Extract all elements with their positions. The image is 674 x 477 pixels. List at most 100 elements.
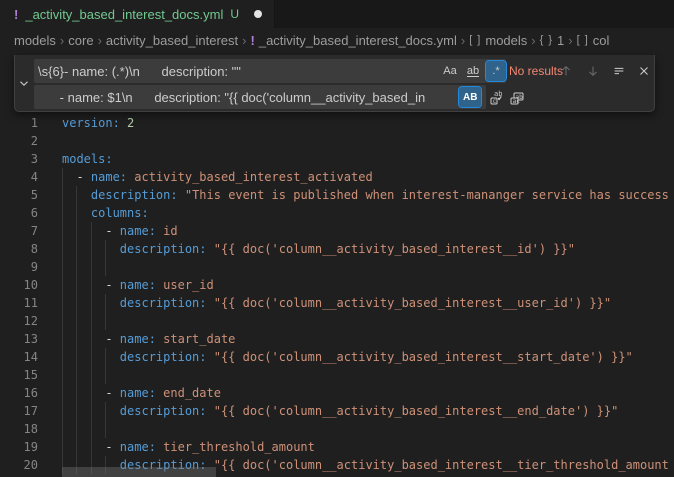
indent-guide — [91, 312, 92, 330]
breadcrumb-item[interactable]: core — [68, 33, 93, 48]
arrow-up-icon — [559, 64, 573, 78]
breadcrumb-item[interactable]: { }1 — [540, 33, 565, 48]
find-input[interactable] — [34, 59, 506, 83]
code-text: - name: activity_based_interest_activate… — [38, 170, 373, 184]
tab-title: _activity_based_interest_docs.yml — [25, 7, 223, 22]
match-case-icon: Aa — [443, 65, 456, 77]
indent-guide — [91, 294, 92, 312]
whole-word-icon: ab — [467, 66, 479, 77]
selection-lines-icon — [612, 64, 626, 78]
code-line[interactable]: 6 columns: — [0, 204, 674, 222]
preserve-case-icon: AB — [463, 92, 477, 103]
code-line[interactable]: 18 — [0, 420, 674, 438]
code-line[interactable]: 19 - name: tier_threshold_amount — [0, 438, 674, 456]
code-line[interactable]: 3models: — [0, 150, 674, 168]
indent-guide — [62, 438, 63, 456]
code-line[interactable]: 4 - name: activity_based_interest_activa… — [0, 168, 674, 186]
code-text — [38, 314, 62, 328]
replace-input[interactable] — [34, 85, 486, 109]
code-line[interactable]: 7 - name: id — [0, 222, 674, 240]
breadcrumb-item[interactable]: !_activity_based_interest_docs.yml — [251, 33, 457, 48]
indent-guide — [76, 348, 77, 366]
preserve-case-toggle[interactable]: AB — [459, 87, 481, 107]
toggle-replace-button[interactable] — [15, 55, 33, 111]
indent-guide — [62, 420, 63, 438]
arrow-down-icon — [586, 64, 600, 78]
line-number: 13 — [0, 330, 38, 348]
code-text: description: "{{ doc('column__activity_b… — [38, 404, 618, 418]
symbol-icon: [ ] — [469, 34, 481, 46]
line-number: 6 — [0, 204, 38, 222]
indent-guide — [62, 384, 63, 402]
breadcrumb-item[interactable]: [ ]col — [577, 33, 610, 48]
tab-activity-based-interest-docs[interactable]: ! _activity_based_interest_docs.yml U — [0, 0, 275, 28]
code-text: - name: start_date — [38, 332, 235, 346]
code-line[interactable]: 2 — [0, 132, 674, 150]
indent-guide — [62, 402, 63, 420]
breadcrumb-separator-icon: › — [568, 33, 572, 48]
indent-guide — [91, 438, 92, 456]
line-number: 20 — [0, 456, 38, 474]
tab-bar: ! _activity_based_interest_docs.yml U — [0, 0, 674, 28]
code-line[interactable]: 5 description: "This event is published … — [0, 186, 674, 204]
code-line[interactable]: 11 description: "{{ doc('column__activit… — [0, 294, 674, 312]
line-number: 10 — [0, 276, 38, 294]
modified-indicator-dot[interactable] — [254, 10, 262, 18]
horizontal-scrollbar[interactable] — [62, 467, 216, 477]
line-number: 18 — [0, 420, 38, 438]
replace-all-icon-button[interactable]: ab ac — [507, 87, 527, 107]
line-number: 9 — [0, 258, 38, 276]
breadcrumb-separator-icon: › — [531, 33, 535, 48]
chevron-down-icon — [17, 76, 31, 90]
indent-guide — [105, 366, 106, 384]
match-case-toggle[interactable]: Aa — [440, 61, 460, 81]
indent-guide — [62, 222, 63, 240]
find-in-selection-button[interactable] — [609, 61, 629, 81]
code-line[interactable]: 16 - name: end_date — [0, 384, 674, 402]
breadcrumb-item[interactable]: [ ]models — [469, 33, 527, 48]
code-line[interactable]: 8 description: "{{ doc('column__activity… — [0, 240, 674, 258]
indent-guide — [62, 186, 63, 204]
replace-button[interactable]: ab c — [487, 87, 507, 107]
regex-toggle[interactable]: .* — [486, 61, 506, 81]
breadcrumb-separator-icon: › — [60, 33, 64, 48]
code-line[interactable]: 10 - name: user_id — [0, 276, 674, 294]
close-find-widget-button[interactable] — [634, 61, 654, 81]
code-line[interactable]: 15 — [0, 366, 674, 384]
code-text — [38, 134, 62, 148]
code-line[interactable]: 12 — [0, 312, 674, 330]
indent-guide — [62, 312, 63, 330]
code-line[interactable]: 1version: 2 — [0, 114, 674, 132]
whole-word-toggle[interactable]: ab — [463, 61, 483, 81]
find-widget: Aa ab .* No results AB ab — [14, 55, 655, 112]
regex-icon: .* — [492, 65, 499, 77]
close-icon — [637, 64, 651, 78]
breadcrumb-item[interactable]: models — [14, 33, 56, 48]
indent-guide — [91, 402, 92, 420]
indent-guide — [76, 402, 77, 420]
indent-guide — [91, 366, 92, 384]
code-line[interactable]: 13 - name: start_date — [0, 330, 674, 348]
indent-guide — [62, 294, 63, 312]
indent-guide — [62, 240, 63, 258]
code-line[interactable]: 9 — [0, 258, 674, 276]
previous-match-button[interactable] — [556, 61, 576, 81]
line-number: 11 — [0, 294, 38, 312]
indent-guide — [62, 258, 63, 276]
indent-guide — [91, 420, 92, 438]
breadcrumb-item[interactable]: activity_based_interest — [106, 33, 238, 48]
next-match-button[interactable] — [583, 61, 603, 81]
indent-guide — [105, 348, 106, 366]
indent-guide — [62, 168, 63, 186]
indent-guide — [76, 276, 77, 294]
indent-guide — [76, 312, 77, 330]
code-line[interactable]: 14 description: "{{ doc('column__activit… — [0, 348, 674, 366]
editor[interactable]: 1version: 223models:4 - name: activity_b… — [0, 52, 674, 477]
code-line[interactable]: 17 description: "{{ doc('column__activit… — [0, 402, 674, 420]
code-text: - name: user_id — [38, 278, 214, 292]
line-number: 15 — [0, 366, 38, 384]
code-text: - name: id — [38, 224, 178, 238]
line-number: 8 — [0, 240, 38, 258]
breadcrumb: models › core › activity_based_interest › !_ac… — [0, 28, 674, 52]
code-text: - name: tier_threshold_amount — [38, 440, 315, 454]
